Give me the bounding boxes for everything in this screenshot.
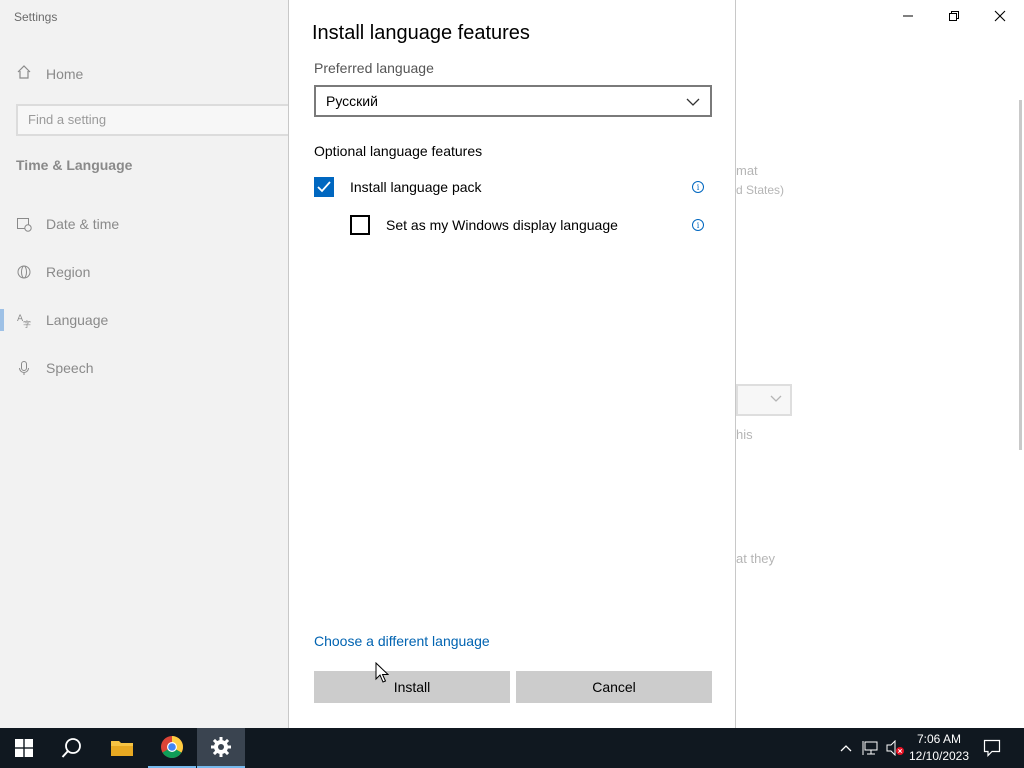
bg-dropdown (736, 384, 792, 416)
cancel-button[interactable]: Cancel (516, 671, 712, 703)
chevron-up-icon (840, 745, 852, 752)
chrome-button[interactable] (148, 728, 196, 768)
settings-sidebar: Settings Home Find a setting Time & Lang… (0, 0, 296, 728)
file-explorer-button[interactable] (98, 728, 146, 768)
info-icon[interactable]: i (692, 181, 704, 193)
sidebar-item-label: Language (46, 312, 109, 328)
language-icon: A字 (16, 312, 32, 328)
mouse-cursor-icon (375, 661, 390, 689)
taskbar: 7:06 AM 12/10/2023 (0, 728, 1024, 768)
chrome-icon (161, 736, 183, 758)
install-pack-checkbox[interactable] (314, 177, 334, 197)
settings-gear-icon (211, 737, 231, 757)
language-select-value: Русский (326, 93, 378, 109)
start-button[interactable] (0, 728, 48, 768)
tray-overflow-button[interactable] (836, 728, 856, 768)
bg-states-text: d States) (736, 183, 785, 197)
sidebar-item-date-time[interactable]: Date & time (16, 216, 119, 232)
display-language-option[interactable]: Set as my Windows display language (350, 215, 618, 235)
taskbar-clock[interactable]: 7:06 AM 12/10/2023 (904, 731, 974, 765)
scrollbar[interactable] (1019, 100, 1022, 450)
clock-time: 7:06 AM (916, 732, 962, 746)
search-icon (61, 738, 81, 758)
install-button[interactable]: Install (314, 671, 510, 703)
notification-icon (983, 739, 1001, 757)
bg-they-text: at they (736, 551, 776, 566)
checkmark-icon (317, 181, 331, 193)
choose-language-link[interactable]: Choose a different language (314, 633, 490, 649)
globe-icon (16, 264, 32, 280)
svg-text:字: 字 (23, 319, 31, 328)
section-title: Time & Language (16, 157, 133, 173)
app-title: Settings (14, 10, 58, 24)
sidebar-item-label: Region (46, 264, 91, 280)
clock-date: 12/10/2023 (908, 749, 970, 763)
display-language-label: Set as my Windows display language (386, 217, 618, 233)
display-language-checkbox[interactable] (350, 215, 370, 235)
volume-muted-icon (886, 740, 904, 756)
minimize-button[interactable] (886, 4, 930, 28)
nav-home[interactable]: Home (16, 64, 83, 83)
start-icon (15, 739, 33, 757)
restore-button[interactable] (932, 4, 976, 28)
network-icon (862, 741, 878, 755)
install-language-dialog: Install language features Preferred lang… (288, 0, 736, 728)
sidebar-item-label: Date & time (46, 216, 120, 232)
home-icon (16, 64, 32, 83)
sidebar-item-region[interactable]: Region (16, 264, 90, 280)
dialog-title: Install language features (312, 22, 530, 44)
active-indicator (0, 309, 4, 331)
sidebar-item-language[interactable]: A字 Language (16, 312, 108, 328)
settings-taskbar-button[interactable] (197, 728, 245, 768)
home-label: Home (46, 65, 84, 82)
bg-this-text: his (736, 427, 753, 442)
chevron-down-icon (686, 94, 700, 110)
info-icon[interactable]: i (692, 219, 704, 231)
calendar-clock-icon (16, 216, 32, 232)
restore-icon (949, 11, 959, 21)
bg-format-text: mat (736, 163, 758, 178)
action-center-button[interactable] (978, 728, 1006, 768)
optional-features-heading: Optional language features (314, 143, 483, 159)
install-pack-option[interactable]: Install language pack (314, 177, 482, 197)
sidebar-item-speech[interactable]: Speech (16, 360, 93, 376)
close-icon (994, 10, 1006, 22)
language-select[interactable]: Русский (314, 85, 712, 117)
search-button[interactable] (48, 728, 96, 768)
search-input[interactable]: Find a setting (16, 104, 296, 136)
close-button[interactable] (978, 4, 1022, 28)
preferred-language-label: Preferred language (314, 60, 434, 76)
file-explorer-icon (111, 741, 133, 756)
microphone-icon (16, 360, 32, 376)
network-button[interactable] (860, 728, 882, 768)
sidebar-item-label: Speech (46, 360, 94, 376)
volume-button[interactable] (884, 728, 906, 768)
minimize-icon (903, 15, 913, 17)
install-pack-label: Install language pack (350, 179, 482, 195)
